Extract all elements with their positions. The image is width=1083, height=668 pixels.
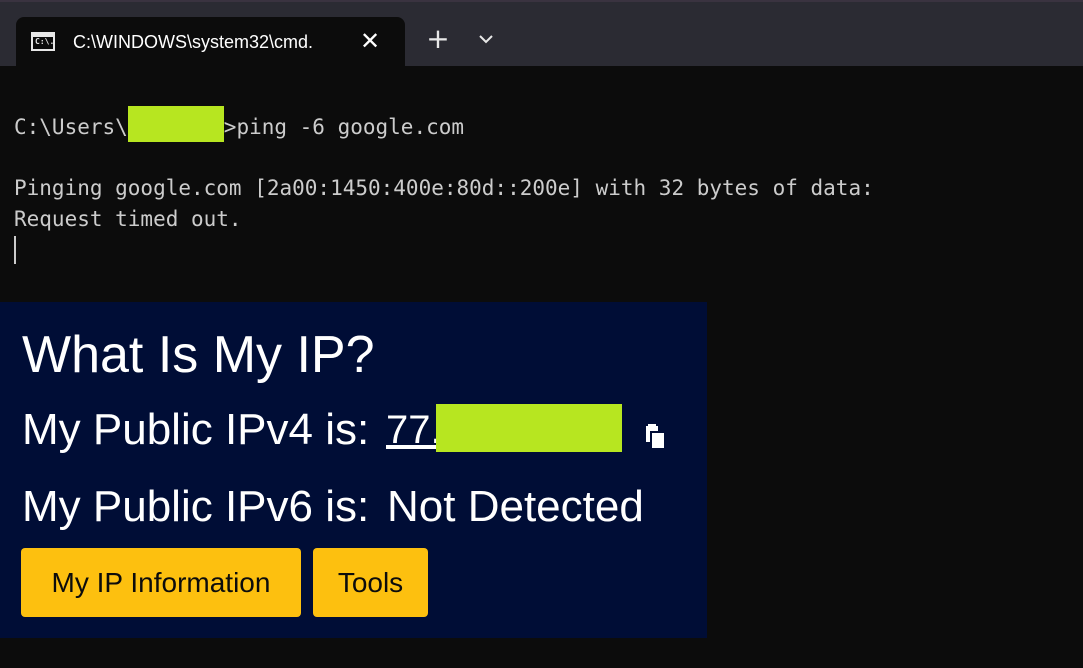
tab-strip: C:\. C:\WINDOWS\system32\cmd. ✕ +: [0, 0, 1083, 66]
redacted-username: [127, 106, 224, 142]
text-cursor: [14, 236, 16, 264]
new-tab-button[interactable]: +: [423, 24, 453, 54]
tab-title: C:\WINDOWS\system32\cmd.: [73, 32, 314, 52]
ipv4-label: My Public IPv4 is:: [22, 405, 370, 454]
chevron-down-icon[interactable]: [471, 24, 501, 54]
ipv4-link[interactable]: 77.: [386, 402, 442, 458]
close-icon[interactable]: ✕: [356, 27, 384, 55]
page-title: What Is My IP?: [22, 326, 375, 384]
prompt-command: >ping -6 google.com: [223, 115, 465, 139]
cmd-icon: C:\.: [31, 32, 55, 51]
ipv6-label: My Public IPv6 is:: [22, 482, 370, 531]
copy-icon[interactable]: [642, 424, 670, 452]
tab-cmd[interactable]: C:\. C:\WINDOWS\system32\cmd. ✕: [16, 17, 405, 66]
prompt-prefix: C:\Users\: [14, 115, 128, 139]
what-is-my-ip-card: What Is My IP? My Public IPv4 is: 77. My…: [0, 302, 707, 638]
ping-output-line: Pinging google.com [2a00:1450:400e:80d::…: [14, 176, 874, 200]
ipv6-value: Not Detected: [387, 482, 644, 531]
cmd-icon-text: C:\.: [35, 37, 55, 46]
command-line: C:\Users\ >ping -6 google.com: [14, 106, 465, 142]
redacted-ipv4: [436, 404, 622, 452]
tools-button[interactable]: Tools: [313, 548, 428, 617]
my-ip-information-button[interactable]: My IP Information: [21, 548, 301, 617]
timeout-line: Request timed out.: [14, 207, 242, 231]
